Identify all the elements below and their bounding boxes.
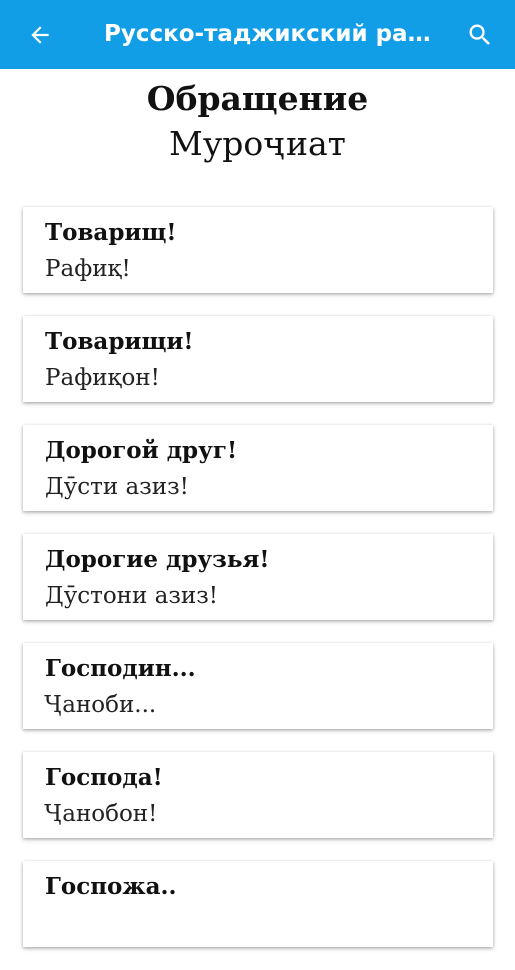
section-title-ru: Обращение	[146, 79, 369, 118]
phrase-ru: Товарищи!	[45, 328, 194, 355]
phrase-card[interactable]: Товарищ! Рафиқ!	[23, 207, 493, 293]
phrase-card[interactable]: Дорогой друг! Дӯсти азиз!	[23, 425, 493, 511]
phrase-card[interactable]: Дорогие друзья! Дӯстони азиз!	[23, 534, 493, 620]
phrase-tj: Ҷанобон!	[45, 801, 158, 827]
phrase-ru: Дорогие друзья!	[45, 546, 270, 573]
phrase-tj: Дӯстони азиз!	[45, 583, 219, 609]
phrase-tj: Рафиқ!	[45, 256, 131, 282]
phrase-ru: Товарищ!	[45, 219, 177, 246]
phrase-ru: Господа!	[45, 764, 163, 791]
phrase-tj: Дӯсти азиз!	[45, 474, 189, 500]
app-bar: Русско-таджикский ра…	[0, 0, 515, 69]
app-title: Русско-таджикский ра…	[104, 21, 431, 47]
phrase-card[interactable]: Товарищи! Рафиқон!	[23, 316, 493, 402]
phrase-card[interactable]: Господин... Ҷаноби...	[23, 643, 493, 729]
section-header: Обращение Муроҷиат	[0, 69, 515, 164]
phrase-ru: Дорогой друг!	[45, 437, 238, 464]
phrase-card[interactable]: Господа! Ҷанобон!	[23, 752, 493, 838]
arrow-left-icon	[31, 26, 49, 44]
search-icon	[469, 24, 490, 45]
phrase-list: Товарищ! Рафиқ! Товарищи! Рафиқон! Дорог…	[23, 207, 493, 970]
search-button[interactable]	[462, 17, 498, 53]
phrase-card[interactable]: Госпожа..	[23, 861, 493, 947]
phrase-tj: Ҷаноби...	[45, 692, 157, 718]
section-title-tj: Муроҷиат	[169, 124, 346, 163]
phrase-ru: Господин...	[45, 655, 196, 682]
phrase-tj: Рафиқон!	[45, 365, 160, 391]
back-button[interactable]	[24, 19, 56, 51]
